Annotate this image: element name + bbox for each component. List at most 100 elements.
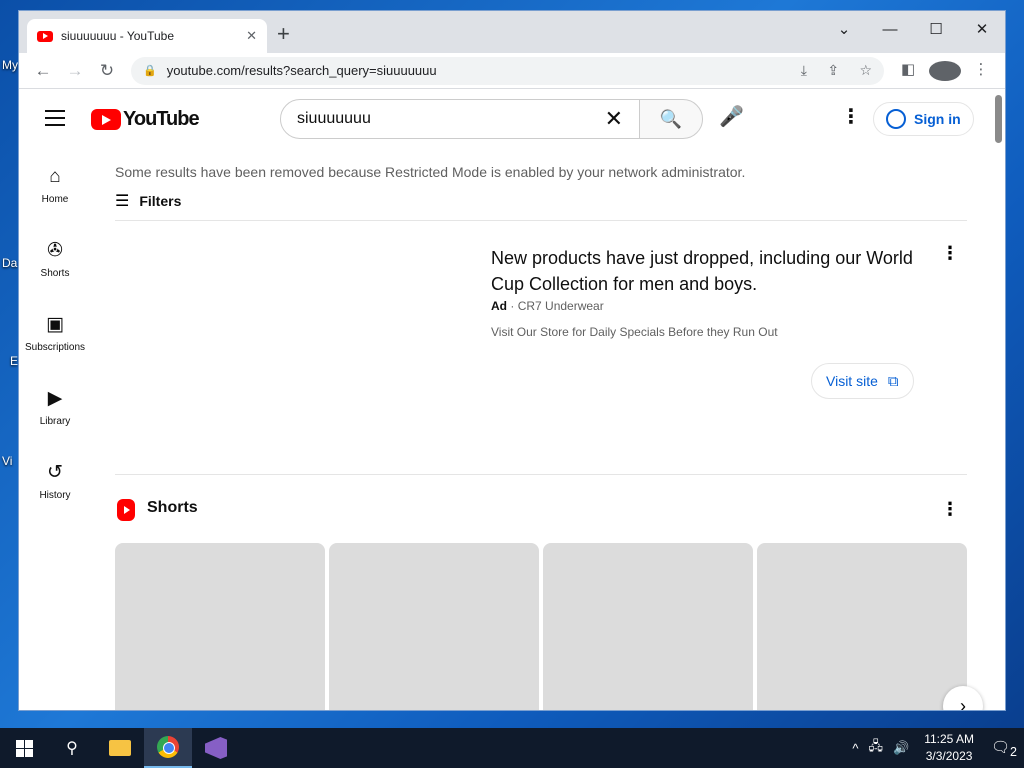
- youtube-favicon-icon: [37, 30, 53, 42]
- filters-icon: ☰: [115, 193, 130, 210]
- tab-bar: siuuuuuuu - YouTube ✕ + ⌄ — ☐ ✕: [19, 11, 1005, 53]
- visual-studio-icon[interactable]: [192, 728, 240, 768]
- scrollbar-thumb[interactable]: [995, 95, 1002, 143]
- hamburger-menu-icon[interactable]: [45, 110, 65, 131]
- volume-icon[interactable]: 🔊: [893, 740, 909, 756]
- short-card[interactable]: [329, 543, 539, 710]
- clear-search-icon[interactable]: ✕: [605, 106, 623, 132]
- reload-button[interactable]: ↻: [91, 61, 123, 81]
- ad-advertiser: CR7 Underwear: [517, 299, 604, 313]
- guide-sidebar: ⌂ Home ✇ Shorts ▣ Subscriptions ▶ Librar…: [19, 148, 91, 518]
- tab-title: siuuuuuuu - YouTube: [61, 29, 174, 43]
- search-button[interactable]: 🔍: [639, 99, 703, 139]
- ad-title[interactable]: New products have just dropped, includin…: [491, 245, 931, 297]
- ad-more-icon[interactable]: ⋮: [941, 243, 959, 264]
- clock-time: 11:25 AM: [924, 732, 974, 746]
- new-tab-button[interactable]: +: [277, 23, 290, 45]
- search-input[interactable]: siuuuuuuu ✕: [280, 99, 640, 139]
- profile-avatar-icon[interactable]: [928, 60, 961, 81]
- clock[interactable]: 11:25 AM 3/3/2023: [924, 731, 974, 765]
- windows-logo-icon: [15, 739, 33, 757]
- install-app-icon[interactable]: ⤓: [801, 62, 807, 78]
- settings-more-icon[interactable]: ⋮: [841, 104, 861, 129]
- clock-date: 3/3/2023: [925, 749, 973, 763]
- history-icon: ↺: [47, 462, 63, 483]
- desktop-icon-label[interactable]: My: [2, 58, 18, 72]
- ad-result: New products have just dropped, includin…: [115, 221, 967, 475]
- shorts-more-icon[interactable]: ⋮: [941, 499, 959, 520]
- youtube-wordmark: YouTube: [123, 108, 200, 130]
- ad-meta: Ad · CR7 Underwear: [491, 299, 604, 313]
- notifications-icon[interactable]: 🗨2: [984, 738, 1024, 759]
- show-hidden-icons-icon[interactable]: ^: [852, 741, 858, 756]
- shorts-row: [115, 543, 967, 710]
- file-explorer-icon[interactable]: [96, 728, 144, 768]
- guide-item-label: History: [39, 490, 71, 501]
- share-icon[interactable]: ⇪: [827, 62, 839, 78]
- guide-item-label: Library: [39, 416, 71, 427]
- external-link-icon: ⧉: [887, 372, 899, 390]
- short-card[interactable]: [115, 543, 325, 710]
- guide-item-home[interactable]: ⌂ Home: [19, 148, 91, 222]
- sign-in-button[interactable]: Sign in: [873, 102, 974, 136]
- guide-item-shorts[interactable]: ✇ Shorts: [19, 222, 91, 296]
- close-button[interactable]: ✕: [959, 17, 1005, 43]
- desktop-icon-label[interactable]: Vi: [2, 454, 12, 468]
- browser-menu-icon[interactable]: ⋮: [965, 60, 997, 78]
- start-button[interactable]: [0, 728, 48, 768]
- youtube-logo[interactable]: YouTube: [91, 108, 200, 131]
- shorts-title: Shorts: [147, 499, 198, 516]
- short-card[interactable]: [543, 543, 753, 710]
- visit-site-label: Visit site: [826, 373, 878, 389]
- user-circle-icon: [886, 109, 906, 129]
- filters-button[interactable]: ☰ Filters: [115, 190, 967, 221]
- home-icon: ⌂: [49, 166, 61, 187]
- subscriptions-icon: ▣: [46, 314, 64, 335]
- youtube-header: YouTube siuuuuuuu ✕ 🔍 🎤 ⋮ Sign in: [19, 90, 989, 148]
- shorts-logo-icon: [117, 499, 135, 521]
- back-button[interactable]: ←: [27, 61, 59, 81]
- tab-youtube[interactable]: siuuuuuuu - YouTube ✕: [27, 19, 267, 53]
- bookmark-star-icon[interactable]: ☆: [860, 62, 873, 78]
- voice-search-icon[interactable]: 🎤: [719, 104, 744, 129]
- browser-window: siuuuuuuu - YouTube ✕ + ⌄ — ☐ ✕ ← → ↻ 🔒 …: [18, 10, 1006, 711]
- filters-label: Filters: [139, 193, 182, 209]
- guide-item-history[interactable]: ↺ History: [19, 444, 91, 518]
- sign-in-label: Sign in: [914, 111, 961, 127]
- lock-icon[interactable]: 🔒: [143, 64, 157, 77]
- minimize-button[interactable]: —: [867, 17, 913, 43]
- youtube-play-icon: [91, 109, 121, 130]
- tab-search-dropdown-icon[interactable]: ⌄: [821, 17, 867, 43]
- shorts-icon: ✇: [47, 240, 63, 261]
- guide-item-label: Home: [41, 194, 69, 205]
- desktop-icon-label[interactable]: E: [10, 354, 18, 368]
- guide-item-label: Shorts: [40, 268, 70, 279]
- ad-badge: Ad: [491, 299, 507, 313]
- guide-item-library[interactable]: ▶ Library: [19, 370, 91, 444]
- window-controls: ⌄ — ☐ ✕: [821, 17, 1005, 43]
- notification-count: 2: [1010, 744, 1017, 759]
- youtube-page: YouTube siuuuuuuu ✕ 🔍 🎤 ⋮ Sign in ⌂ Home…: [19, 90, 989, 710]
- short-card[interactable]: [757, 543, 967, 710]
- browser-toolbar: ← → ↻ 🔒 youtube.com/results?search_query…: [19, 53, 1005, 89]
- system-tray: ^ 🖧 🔊 11:25 AM 3/3/2023 🗨2: [847, 728, 1024, 768]
- maximize-button[interactable]: ☐: [913, 17, 959, 43]
- library-icon: ▶: [47, 388, 63, 409]
- chrome-icon[interactable]: [144, 728, 192, 768]
- address-bar[interactable]: 🔒 youtube.com/results?search_query=siuuu…: [131, 56, 885, 85]
- side-panel-icon[interactable]: ◧: [892, 60, 924, 78]
- taskbar: ⚲ ^ 🖧 🔊 11:25 AM 3/3/2023 🗨2: [0, 728, 1024, 768]
- search-query-text[interactable]: siuuuuuuu: [297, 110, 605, 128]
- search-results: Some results have been removed because R…: [115, 148, 967, 710]
- visit-site-button[interactable]: Visit site ⧉: [811, 363, 914, 399]
- page-scrollbar[interactable]: [991, 91, 1005, 710]
- ad-description: Visit Our Store for Daily Specials Befor…: [491, 325, 778, 339]
- guide-item-label: Subscriptions: [24, 342, 86, 353]
- url-text[interactable]: youtube.com/results?search_query=siuuuuu…: [167, 63, 785, 78]
- guide-item-subscriptions[interactable]: ▣ Subscriptions: [19, 296, 91, 370]
- desktop-icon-label[interactable]: Da: [2, 256, 17, 270]
- forward-button[interactable]: →: [59, 61, 91, 81]
- taskbar-search-icon[interactable]: ⚲: [48, 728, 96, 768]
- tab-close-icon[interactable]: ✕: [246, 28, 257, 44]
- network-icon[interactable]: 🖧: [869, 737, 884, 759]
